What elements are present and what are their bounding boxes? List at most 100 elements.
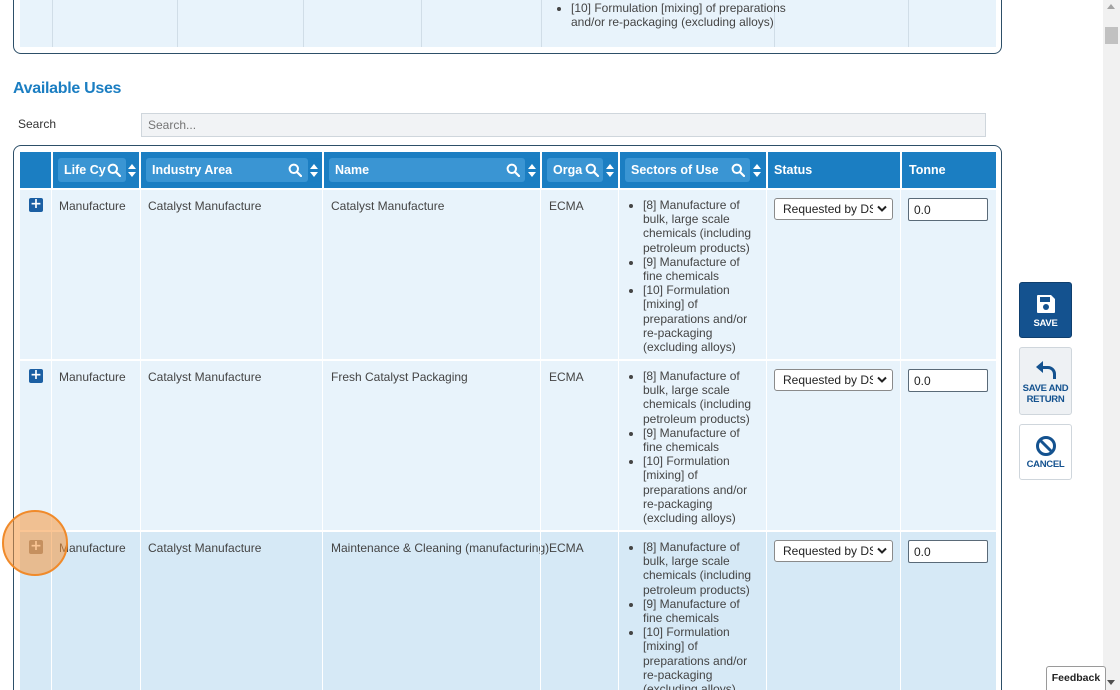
section-title: Available Uses (13, 80, 122, 97)
save-and-return-label-1: SAVE AND (1022, 383, 1069, 394)
status-select[interactable]: Requested by DS u (774, 198, 893, 220)
column-header-label: Life Cy (64, 163, 106, 177)
previous-sectors-list: [10] Formulation [mixing] of preparation… (555, 1, 791, 29)
save-label: SAVE (1033, 318, 1058, 329)
sort-icon[interactable] (128, 164, 136, 177)
cell-text: ECMA (549, 370, 584, 384)
expand-plus-icon[interactable]: + (29, 197, 43, 212)
search-icon[interactable] (731, 163, 745, 177)
column-header-label: Name (335, 163, 370, 177)
column-header-label: Industry Area (152, 163, 233, 177)
sector-item: [10] Formulation [mixing] of preparation… (643, 454, 761, 525)
sector-item: [10] Formulation [mixing] of preparation… (643, 625, 761, 690)
sectors-cell: [8] Manufacture of bulk, large scale che… (619, 532, 766, 690)
status-cell: Requested by DS u (767, 361, 900, 530)
expand-cell: + (20, 190, 51, 359)
column-divider (421, 0, 422, 47)
chevron-down-icon (877, 547, 887, 554)
sort-icon[interactable] (310, 164, 318, 177)
status-cell: Requested by DS u (767, 532, 900, 690)
previous-uses-row: [10] Formulation [mixing] of preparation… (20, 0, 996, 47)
tonne-input[interactable] (908, 198, 988, 221)
table-row: + Manufacture Catalyst Manufacture Catal… (20, 190, 996, 359)
status-select[interactable]: Requested by DS u (774, 540, 893, 562)
header-divider (139, 152, 141, 188)
floppy-disk-icon (1036, 295, 1055, 313)
expand-cell: + (20, 361, 51, 530)
sectors-cell: [8] Manufacture of bulk, large scale che… (619, 361, 766, 530)
ban-icon (1035, 436, 1056, 456)
name-cell: Maintenance & Cleaning (manufacturing) (323, 532, 549, 690)
search-icon[interactable] (288, 163, 302, 177)
industry-area-cell: Catalyst Manufacture (141, 532, 322, 690)
expand-plus-icon[interactable]: + (29, 368, 43, 383)
column-divider (52, 0, 53, 47)
save-button[interactable]: SAVE (1019, 282, 1072, 338)
tonne-input[interactable] (908, 369, 988, 392)
tonne-cell (901, 361, 996, 530)
sector-item: [10] Formulation [mixing] of preparation… (643, 283, 761, 354)
available-uses-table: Life Cy Industry Area Name Orga Sectors … (13, 145, 1002, 690)
header-divider (766, 152, 768, 188)
scroll-thumb[interactable] (1105, 27, 1118, 44)
organisation-cell: ECMA (541, 532, 618, 690)
column-divider (908, 0, 909, 47)
column-header-organisation[interactable]: Orga (547, 158, 603, 182)
tonne-cell (901, 190, 996, 359)
chevron-down-icon (877, 205, 887, 212)
name-cell: Catalyst Manufacture (323, 190, 540, 359)
save-and-return-button[interactable]: SAVE AND RETURN (1019, 347, 1072, 415)
column-header-sectors[interactable]: Sectors of Use (625, 158, 750, 182)
column-divider (177, 0, 178, 47)
sector-item: [9] Manufacture of fine chemicals (643, 255, 761, 283)
save-and-return-label-2: RETURN (1026, 394, 1065, 405)
cell-text: Catalyst Manufacture (148, 199, 262, 213)
column-header-industry-area[interactable]: Industry Area (146, 158, 308, 182)
name-cell: Fresh Catalyst Packaging (323, 361, 540, 530)
return-arrow-icon (1035, 361, 1056, 379)
header-divider (322, 152, 324, 188)
cancel-button[interactable]: CANCEL (1019, 424, 1072, 480)
sort-icon[interactable] (606, 164, 614, 177)
cell-text: ECMA (549, 199, 584, 213)
click-marker (2, 510, 68, 576)
search-input[interactable] (141, 113, 986, 137)
column-header-name[interactable]: Name (329, 158, 525, 182)
sector-item: [8] Manufacture of bulk, large scale che… (643, 369, 761, 426)
cell-text: Catalyst Manufacture (148, 370, 262, 384)
table-row: + Manufacture Catalyst Manufacture Fresh… (20, 361, 996, 530)
search-icon[interactable] (107, 163, 121, 177)
scroll-down-arrow-icon[interactable] (1107, 680, 1115, 685)
column-header-life-cycle[interactable]: Life Cy (58, 158, 126, 182)
header-divider (540, 152, 542, 188)
cancel-label: CANCEL (1026, 459, 1065, 470)
column-divider (541, 0, 542, 47)
sort-icon[interactable] (753, 164, 761, 177)
scroll-up-arrow-icon[interactable] (1107, 4, 1115, 9)
column-header-status[interactable]: Status (774, 163, 812, 177)
cell-text: Catalyst Manufacture (331, 199, 445, 213)
life-cycle-cell: Manufacture (52, 190, 140, 359)
status-value: Requested by DS u (783, 202, 873, 216)
search-label: Search (18, 117, 57, 131)
sector-item: [10] Formulation [mixing] of preparation… (571, 1, 791, 29)
tonne-input[interactable] (908, 540, 988, 563)
search-icon[interactable] (585, 163, 599, 177)
status-select[interactable]: Requested by DS u (774, 369, 893, 391)
sector-item: [9] Manufacture of fine chemicals (643, 597, 761, 625)
feedback-button[interactable]: Feedback (1046, 666, 1106, 690)
cell-text: Manufacture (59, 541, 126, 555)
status-value: Requested by DS u (783, 544, 873, 558)
sectors-cell: [8] Manufacture of bulk, large scale che… (619, 190, 766, 359)
sort-icon[interactable] (528, 164, 536, 177)
cell-text: Maintenance & Cleaning (manufacturing) (331, 541, 550, 555)
status-value: Requested by DS u (783, 373, 873, 387)
cell-text: Catalyst Manufacture (148, 541, 262, 555)
sector-item: [8] Manufacture of bulk, large scale che… (643, 540, 761, 597)
page-scrollbar[interactable] (1103, 0, 1120, 690)
page: [10] Formulation [mixing] of preparation… (0, 0, 1103, 690)
status-cell: Requested by DS u (767, 190, 900, 359)
column-header-tonne[interactable]: Tonne (909, 163, 946, 177)
search-icon[interactable] (506, 163, 520, 177)
header-divider (51, 152, 53, 188)
